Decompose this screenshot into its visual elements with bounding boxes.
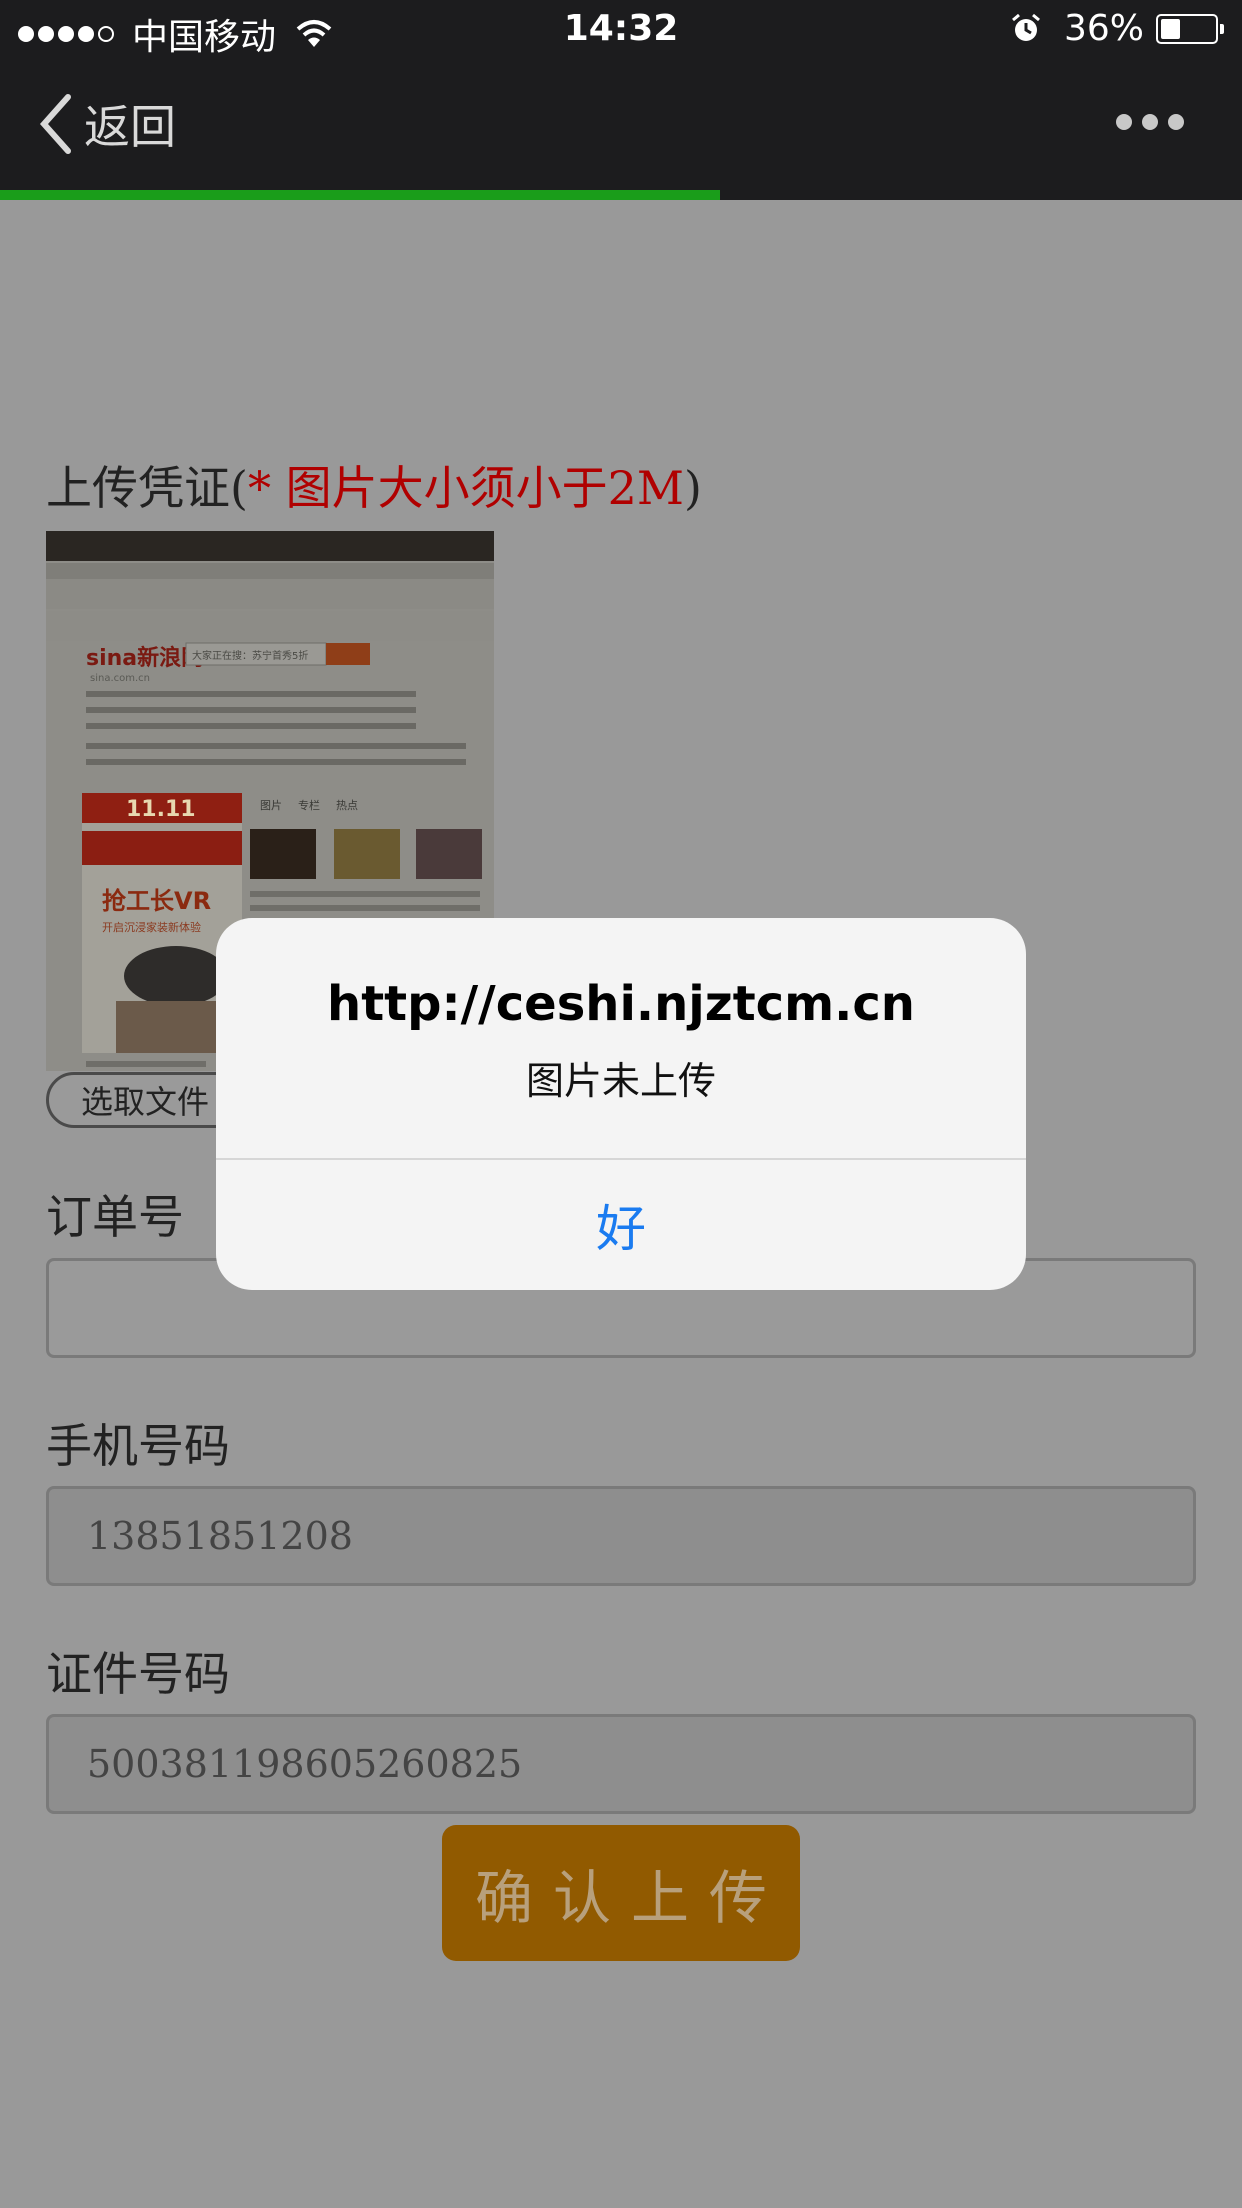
preview-site-domain: sina.com.cn xyxy=(90,673,150,684)
battery-level xyxy=(1161,18,1180,39)
preview-tab: 热点 xyxy=(336,799,358,812)
back-button[interactable]: 返回 xyxy=(38,92,176,156)
upload-size-note: * 图片大小须小于2M xyxy=(247,461,684,515)
alert-title: http://ceshi.njztcm.cn xyxy=(327,976,915,1032)
navigation-bar: 返回 xyxy=(0,62,1242,190)
alert-ok-button[interactable]: 好 xyxy=(216,1160,1026,1290)
alert-dialog: http://ceshi.njztcm.cn 图片未上传 好 xyxy=(216,918,1026,1290)
id-number-input[interactable]: 500381198605260825 xyxy=(46,1714,1196,1814)
preview-search-hint: 大家正在搜：苏宁首秀5折 xyxy=(192,649,308,662)
upload-title-text: 上传凭证( xyxy=(46,461,248,515)
status-right: 36% xyxy=(1010,8,1224,49)
preview-promo-sub: 开启沉浸家装新体验 xyxy=(102,920,201,934)
more-dot xyxy=(1116,114,1132,130)
page-load-progress-fill xyxy=(0,190,721,200)
phone-number-input[interactable]: 13851851208 xyxy=(46,1486,1196,1586)
battery-icon xyxy=(1156,13,1218,44)
more-dot xyxy=(1168,114,1184,130)
confirm-upload-button[interactable]: 确认上传 xyxy=(442,1825,800,1961)
alarm-icon xyxy=(1012,13,1040,41)
preview-tab: 专栏 xyxy=(298,798,320,812)
preview-tab: 图片 xyxy=(260,799,282,812)
order-number-label: 订单号 xyxy=(46,1190,184,1244)
page-load-progress xyxy=(0,190,1242,200)
preview-promo-date: 11.11 xyxy=(126,797,196,822)
phone-number-label: 手机号码 xyxy=(46,1419,230,1473)
battery-percentage: 36% xyxy=(1063,8,1144,49)
status-bar: 中国移动 14:32 36% xyxy=(0,0,1242,62)
battery-cap xyxy=(1220,23,1224,34)
more-dot xyxy=(1142,114,1158,130)
id-number-label: 证件号码 xyxy=(46,1647,230,1701)
more-options-icon[interactable] xyxy=(1106,114,1184,130)
upload-title-close: ) xyxy=(683,461,702,515)
preview-promo-text: 抢工长VR xyxy=(102,887,211,915)
chevron-left-icon xyxy=(39,94,71,154)
upload-section-title: 上传凭证(* 图片大小须小于2M) xyxy=(46,452,702,518)
alert-message: 图片未上传 xyxy=(525,1059,716,1103)
back-label: 返回 xyxy=(84,100,176,154)
